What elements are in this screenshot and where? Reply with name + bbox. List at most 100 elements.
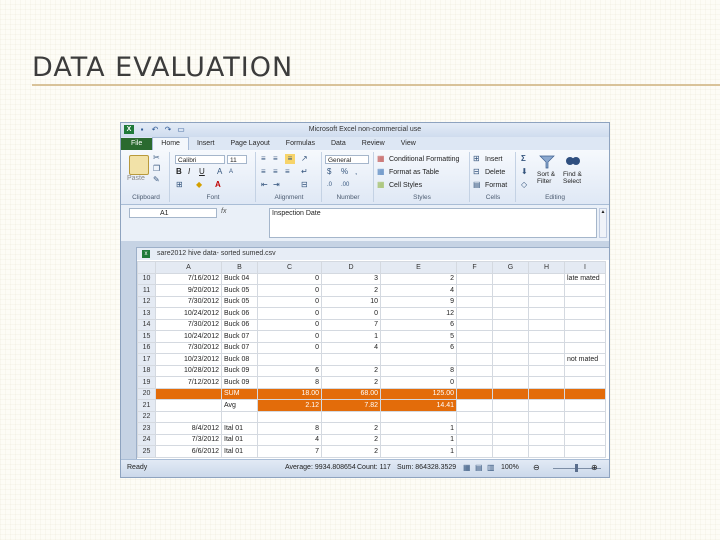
cell-f[interactable] xyxy=(456,376,493,389)
cell-a[interactable]: 10/28/2012 xyxy=(155,364,222,377)
cell-a[interactable]: 10/23/2012 xyxy=(155,353,222,366)
cell-a[interactable] xyxy=(155,410,222,423)
cell-b[interactable]: Buck 04 xyxy=(221,272,258,285)
find-select-icon[interactable] xyxy=(565,155,581,169)
cell-b[interactable]: Ital 01 xyxy=(221,422,258,435)
cell-c[interactable]: 0 xyxy=(257,341,322,354)
cell-b[interactable]: SUM xyxy=(221,387,258,400)
cell-a[interactable] xyxy=(155,399,222,412)
increase-font-icon[interactable]: A xyxy=(217,167,222,177)
cell-c[interactable]: 4 xyxy=(257,433,322,446)
insert-cells-button[interactable]: Insert xyxy=(485,156,503,163)
decrease-indent-icon[interactable]: ⇤ xyxy=(261,180,268,190)
cell-d[interactable]: 10 xyxy=(321,295,381,308)
cell-g[interactable] xyxy=(492,295,529,308)
column-header[interactable]: A xyxy=(155,261,222,274)
cell-f[interactable] xyxy=(456,410,493,423)
cell-g[interactable] xyxy=(492,318,529,331)
cell-i[interactable] xyxy=(564,422,606,435)
increase-indent-icon[interactable]: ⇥ xyxy=(273,180,280,190)
cell-i[interactable] xyxy=(564,376,606,389)
cell-e[interactable] xyxy=(380,410,457,423)
zoom-level[interactable]: 100% xyxy=(501,464,519,471)
cell-e[interactable]: 12 xyxy=(380,307,457,320)
decrease-decimal-icon[interactable]: .00 xyxy=(341,180,349,190)
increase-decimal-icon[interactable]: .0 xyxy=(327,180,332,190)
cell-f[interactable] xyxy=(456,399,493,412)
cell-d[interactable]: 7 xyxy=(321,318,381,331)
tab-data[interactable]: Data xyxy=(323,138,354,150)
cell-i[interactable] xyxy=(564,387,606,400)
cell-h[interactable] xyxy=(528,272,565,285)
row-header[interactable]: 15 xyxy=(137,330,156,343)
cell-c[interactable]: 18.00 xyxy=(257,387,322,400)
cell-f[interactable] xyxy=(456,272,493,285)
tab-insert[interactable]: Insert xyxy=(189,138,223,150)
fill-icon[interactable]: ⬇ xyxy=(521,167,528,177)
cell-h[interactable] xyxy=(528,353,565,366)
cell-d[interactable]: 7.82 xyxy=(321,399,381,412)
cell-g[interactable] xyxy=(492,376,529,389)
font-size-select[interactable]: 11 xyxy=(227,155,247,164)
cell-b[interactable]: Buck 05 xyxy=(221,284,258,297)
normal-view-icon[interactable]: ▦ xyxy=(463,463,471,472)
cell-g[interactable] xyxy=(492,399,529,412)
row-header[interactable]: 22 xyxy=(137,410,156,423)
cell-g[interactable] xyxy=(492,330,529,343)
zoom-in-icon[interactable]: ⊕ xyxy=(591,463,598,472)
cell-f[interactable] xyxy=(456,330,493,343)
cell-a[interactable]: 7/3/2012 xyxy=(155,433,222,446)
cell-b[interactable]: Buck 05 xyxy=(221,295,258,308)
zoom-out-icon[interactable]: ⊖ xyxy=(533,463,540,472)
align-center-icon[interactable]: ≡ xyxy=(273,167,278,177)
font-name-select[interactable]: Calibri xyxy=(175,155,225,164)
cell-d[interactable]: 3 xyxy=(321,272,381,285)
conditional-formatting-button[interactable]: Conditional Formatting xyxy=(389,156,459,163)
cell-g[interactable] xyxy=(492,353,529,366)
cell-i[interactable] xyxy=(564,399,606,412)
cell-c[interactable]: 7 xyxy=(257,445,322,458)
column-header[interactable]: H xyxy=(528,261,565,274)
cell-g[interactable] xyxy=(492,433,529,446)
cell-h[interactable] xyxy=(528,341,565,354)
cell-a[interactable]: 6/6/2012 xyxy=(155,445,222,458)
paste-button[interactable]: Paste xyxy=(127,175,145,182)
cell-h[interactable] xyxy=(528,376,565,389)
cell-d[interactable] xyxy=(321,353,381,366)
row-header[interactable]: 19 xyxy=(137,376,156,389)
cell-e[interactable] xyxy=(380,353,457,366)
column-header[interactable]: F xyxy=(456,261,493,274)
cell-h[interactable] xyxy=(528,307,565,320)
cell-d[interactable]: 2 xyxy=(321,364,381,377)
tab-view[interactable]: View xyxy=(393,138,424,150)
cell-c[interactable] xyxy=(257,353,322,366)
cell-styles-button[interactable]: Cell Styles xyxy=(389,182,422,189)
column-header[interactable]: E xyxy=(380,261,457,274)
column-header[interactable]: D xyxy=(321,261,381,274)
cell-i[interactable]: not mated xyxy=(564,353,606,366)
cell-h[interactable] xyxy=(528,364,565,377)
cell-g[interactable] xyxy=(492,341,529,354)
align-left-icon[interactable]: ≡ xyxy=(261,167,266,177)
cell-c[interactable] xyxy=(257,410,322,423)
cell-g[interactable] xyxy=(492,284,529,297)
cell-i[interactable]: late mated xyxy=(564,272,606,285)
cell-c[interactable]: 0 xyxy=(257,330,322,343)
cell-b[interactable]: Buck 09 xyxy=(221,364,258,377)
cell-d[interactable]: 2 xyxy=(321,433,381,446)
decrease-font-icon[interactable]: A xyxy=(229,167,233,177)
currency-button[interactable]: $ xyxy=(327,167,331,177)
insert-function-icon[interactable]: fx xyxy=(221,208,226,215)
cell-e[interactable]: 5 xyxy=(380,330,457,343)
cell-e[interactable]: 1 xyxy=(380,433,457,446)
tab-formulas[interactable]: Formulas xyxy=(278,138,323,150)
cell-f[interactable] xyxy=(456,341,493,354)
cell-i[interactable] xyxy=(564,410,606,423)
format-as-table-button[interactable]: Format as Table xyxy=(389,169,439,176)
paste-icon[interactable] xyxy=(129,155,149,175)
cell-e[interactable]: 6 xyxy=(380,318,457,331)
cell-f[interactable] xyxy=(456,318,493,331)
comma-button[interactable]: , xyxy=(355,167,357,177)
cell-a[interactable]: 8/4/2012 xyxy=(155,422,222,435)
tab-file[interactable]: File xyxy=(121,138,153,150)
